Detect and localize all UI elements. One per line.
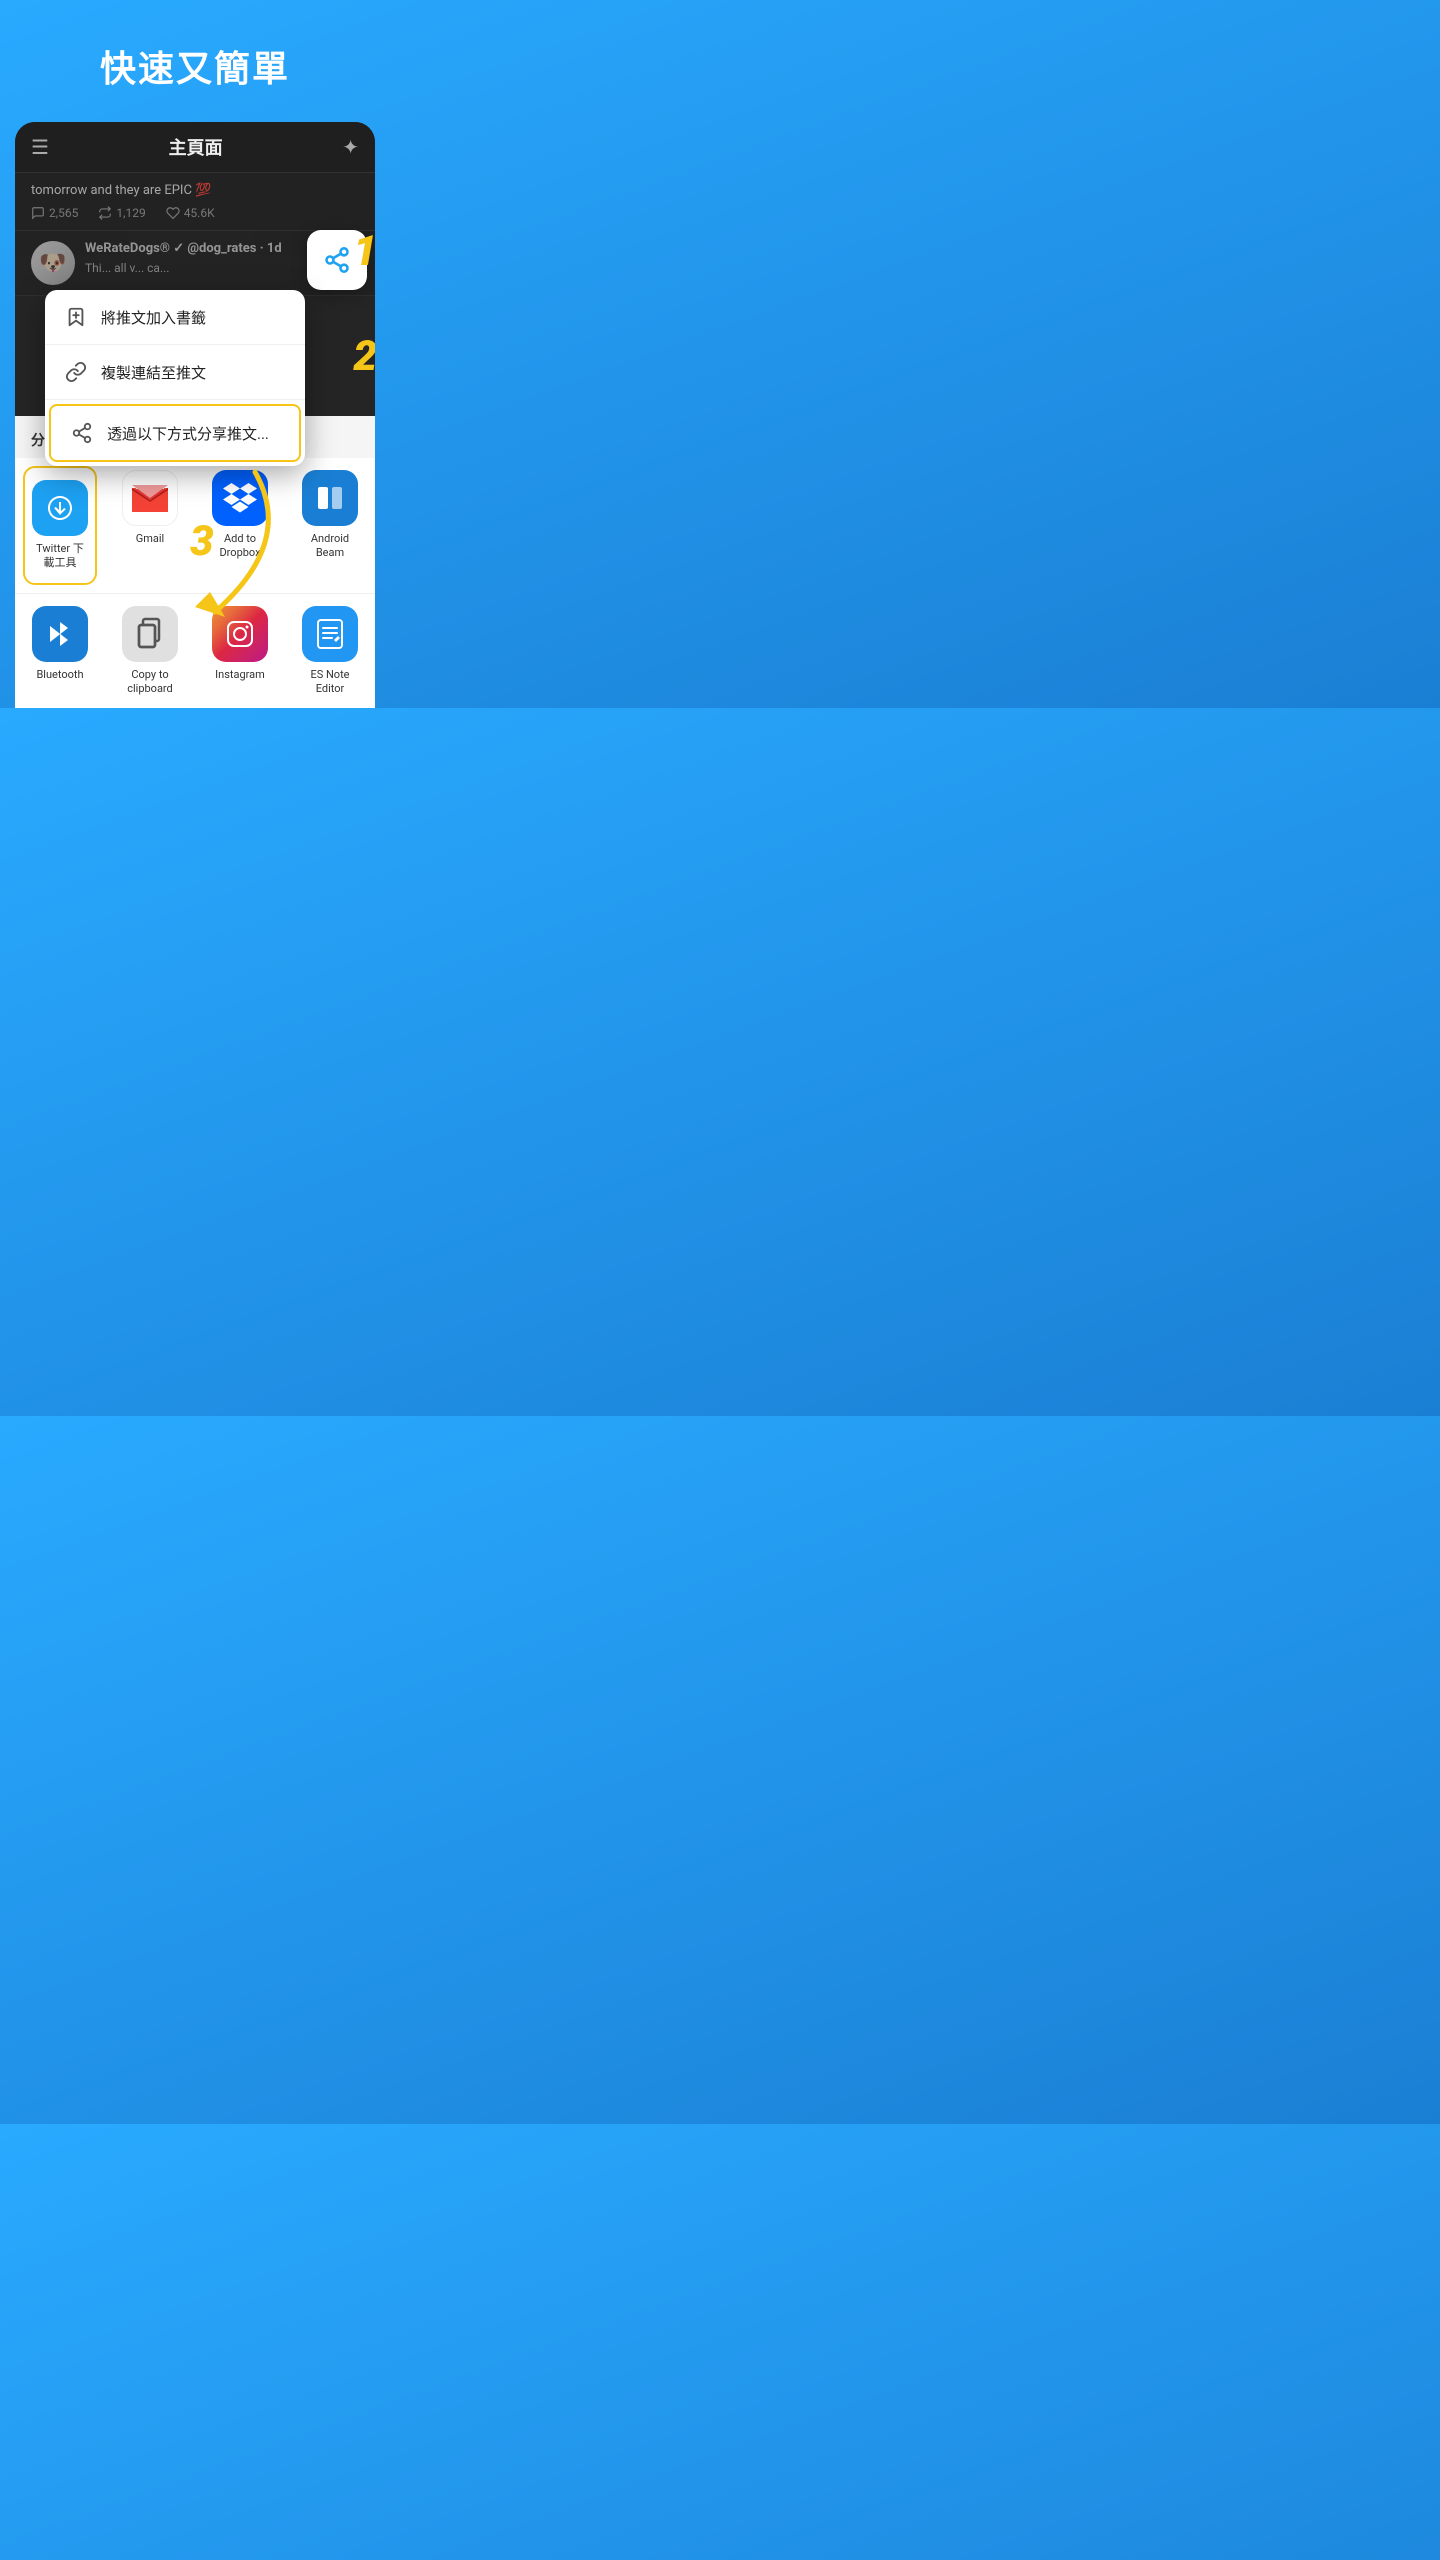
- tweet-preview: tomorrow and they are EPIC 💯 2,565 1,129…: [15, 173, 375, 231]
- bluetooth-icon: [32, 606, 88, 662]
- copy-link-item[interactable]: 複製連結至推文: [45, 345, 305, 400]
- tweet-text: tomorrow and they are EPIC 💯: [31, 183, 359, 198]
- dropdown-menu: 將推文加入書籤 複製連結至推文 透過以下方式分享推文...: [45, 290, 305, 466]
- share-tweet-item[interactable]: 透過以下方式分享推文...: [49, 404, 301, 462]
- instagram-label: Instagram: [215, 668, 265, 682]
- twitter-dl-label: Twitter 下載工具: [36, 542, 84, 571]
- app-gmail[interactable]: Gmail: [105, 458, 195, 593]
- retweet-count: 1,129: [98, 206, 145, 220]
- tweet-author: WeRateDogs® ✓ @dog_rates · 1d: [85, 241, 336, 256]
- dropbox-label: Add toDropbox: [219, 532, 260, 561]
- tweet-content: WeRateDogs® ✓ @dog_rates · 1d Thi... all…: [85, 241, 336, 277]
- android-beam-icon: [302, 470, 358, 526]
- app-bluetooth[interactable]: Bluetooth: [15, 594, 105, 709]
- step-1-label: 1: [353, 227, 375, 276]
- sparkle-icon[interactable]: ✦: [342, 135, 359, 159]
- step-2-label: 2: [353, 332, 375, 381]
- android-beam-label: AndroidBeam: [311, 532, 349, 561]
- twitter-header: ☰ 主頁面 ✦: [15, 122, 375, 173]
- app-es-note[interactable]: ES NoteEditor: [285, 594, 375, 709]
- phone-mockup: 1 2 3 ☰ 主頁面 ✦ tomorrow and they are EPIC…: [15, 122, 375, 708]
- app-copy-clipboard[interactable]: Copy toclipboard: [105, 594, 195, 709]
- like-count: 45.6K: [166, 206, 215, 220]
- instagram-icon: [212, 606, 268, 662]
- gmail-icon: [122, 470, 178, 526]
- copy-link-label: 複製連結至推文: [101, 362, 206, 383]
- share-tweet-label: 透過以下方式分享推文...: [107, 423, 269, 444]
- bluetooth-label: Bluetooth: [36, 668, 83, 682]
- tweet-stats: 2,565 1,129 45.6K: [31, 206, 359, 220]
- tweet-body: Thi... all v... ca...: [85, 260, 336, 277]
- gmail-label: Gmail: [136, 532, 164, 546]
- avatar: 🐶: [31, 241, 75, 285]
- menu-icon[interactable]: ☰: [31, 135, 49, 159]
- app-twitter-dl[interactable]: Twitter 下載工具: [23, 466, 97, 585]
- es-note-label: ES NoteEditor: [310, 668, 349, 697]
- hero-title: 快速又簡單: [100, 40, 290, 92]
- es-note-icon: [302, 606, 358, 662]
- step-3-label: 3: [190, 517, 214, 566]
- page-title: 主頁面: [169, 134, 223, 160]
- comment-count: 2,565: [31, 206, 78, 220]
- dropbox-icon: [212, 470, 268, 526]
- copy-clipboard-icon: [122, 606, 178, 662]
- app-android-beam[interactable]: AndroidBeam: [285, 458, 375, 593]
- bookmark-item[interactable]: 將推文加入書籤: [45, 290, 305, 345]
- copy-clipboard-label: Copy toclipboard: [127, 668, 173, 697]
- bookmark-label: 將推文加入書籤: [101, 307, 206, 328]
- app-instagram[interactable]: Instagram: [195, 594, 285, 709]
- app-grid-row2: Bluetooth Copy toclipboard: [15, 593, 375, 709]
- twitter-dl-icon: [32, 480, 88, 536]
- hero-section: 快速又簡單: [100, 0, 290, 122]
